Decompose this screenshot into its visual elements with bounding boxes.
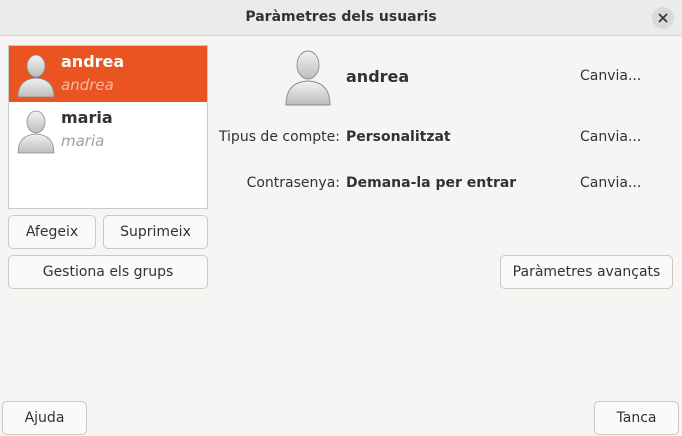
user-realname: maria [61,132,105,150]
user-list-item-andrea[interactable]: andrea andrea [9,46,207,102]
account-type-value: Personalitzat [346,129,451,145]
add-user-button[interactable]: Afegeix [8,215,96,249]
close-button[interactable]: Tanca [594,401,679,435]
close-icon [658,13,668,23]
change-account-type-link[interactable]: Canvia... [580,129,641,145]
title-bar: Paràmetres dels usuaris [0,0,682,36]
account-type-label: Tipus de compte: [218,129,340,145]
selected-user-name[interactable]: andrea [346,67,409,86]
user-avatar-icon [17,54,55,98]
user-username: andrea [61,52,125,71]
manage-groups-button[interactable]: Gestiona els grups [8,255,208,289]
remove-user-button[interactable]: Suprimeix [103,215,208,249]
user-avatar-icon [17,110,55,154]
user-avatar-icon[interactable] [282,48,334,106]
change-name-link[interactable]: Canvia... [580,68,641,84]
user-list: andrea andrea maria maria [8,45,208,209]
password-value: Demana-la per entrar [346,175,517,191]
user-list-item-maria[interactable]: maria maria [9,102,207,158]
help-button[interactable]: Ajuda [2,401,87,435]
advanced-settings-button[interactable]: Paràmetres avançats [500,255,673,289]
close-window-button[interactable] [652,7,674,29]
change-password-link[interactable]: Canvia... [580,175,641,191]
user-realname: andrea [61,76,114,94]
user-username: maria [61,108,113,127]
password-label: Contrasenya: [246,175,340,191]
window-title: Paràmetres dels usuaris [245,9,437,25]
